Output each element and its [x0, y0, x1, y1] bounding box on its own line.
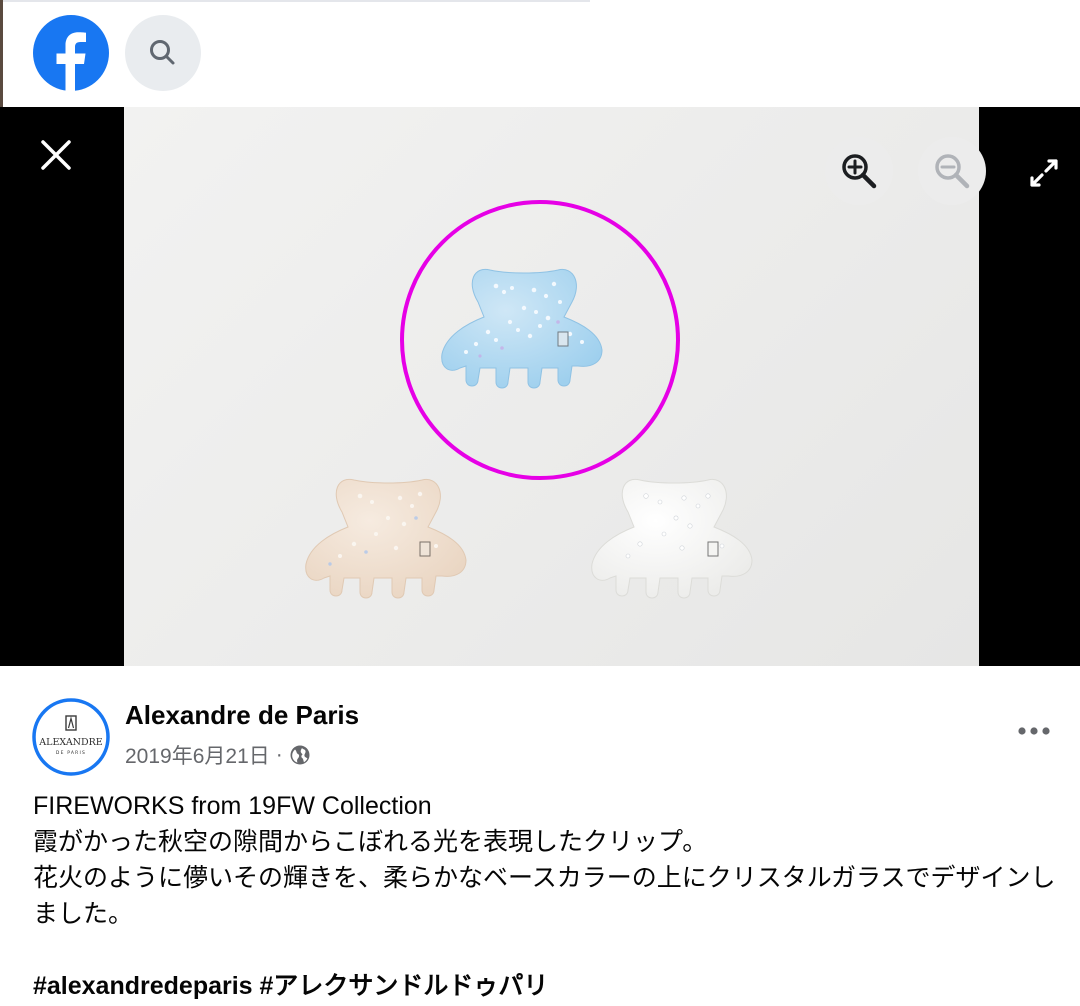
blue-clip	[441, 268, 603, 389]
post-line-1: FIREWORKS from 19FW Collection	[33, 792, 432, 820]
zoom-out-button[interactable]	[918, 137, 986, 205]
zoom-in-icon	[842, 154, 877, 189]
more-dots-icon	[1018, 727, 1050, 735]
expand-icon	[1030, 159, 1058, 187]
post-line-2: 霞がかった秋空の隙間からこぼれる光を表現したクリップ。	[33, 828, 708, 856]
close-button[interactable]	[34, 133, 78, 177]
search-icon	[150, 40, 175, 65]
search-button[interactable]	[125, 15, 201, 91]
window-edge	[0, 0, 3, 107]
facebook-logo-icon[interactable]	[32, 14, 110, 92]
zoom-in-button[interactable]	[825, 137, 893, 205]
meta-separator: ·	[275, 743, 283, 766]
top-divider	[0, 0, 590, 2]
post-line-3: 花火のように儚いその輝きを、柔らかなベースカラーの上にクリスタルガラスでデザイン…	[33, 864, 1056, 928]
more-options-button[interactable]	[1012, 716, 1056, 746]
close-icon	[41, 140, 71, 170]
post-text: FIREWORKS from 19FW Collection 霞がかった秋空の隙…	[33, 788, 1073, 1004]
post-card: ALEXANDRE DE PARIS Alexandre de Paris 20…	[0, 666, 1080, 1006]
fullscreen-button[interactable]	[1022, 151, 1066, 195]
author-name[interactable]: Alexandre de Paris	[125, 700, 359, 731]
top-bar	[0, 0, 1080, 107]
beige-clip	[305, 478, 467, 599]
white-clip	[591, 478, 753, 599]
avatar[interactable]: ALEXANDRE DE PARIS	[32, 698, 110, 776]
post-meta: 2019年6月21日 ·	[125, 740, 311, 770]
hashtags[interactable]: #alexandredeparis #アレクサンドルドゥパリ	[33, 968, 1073, 1004]
globe-icon	[290, 745, 310, 765]
avatar-text-main: ALEXANDRE	[38, 737, 102, 748]
post-date[interactable]: 2019年6月21日	[125, 740, 270, 770]
avatar-text-sub: DE PARIS	[56, 750, 86, 756]
zoom-out-icon	[935, 154, 970, 189]
photo-viewer	[0, 107, 1080, 666]
